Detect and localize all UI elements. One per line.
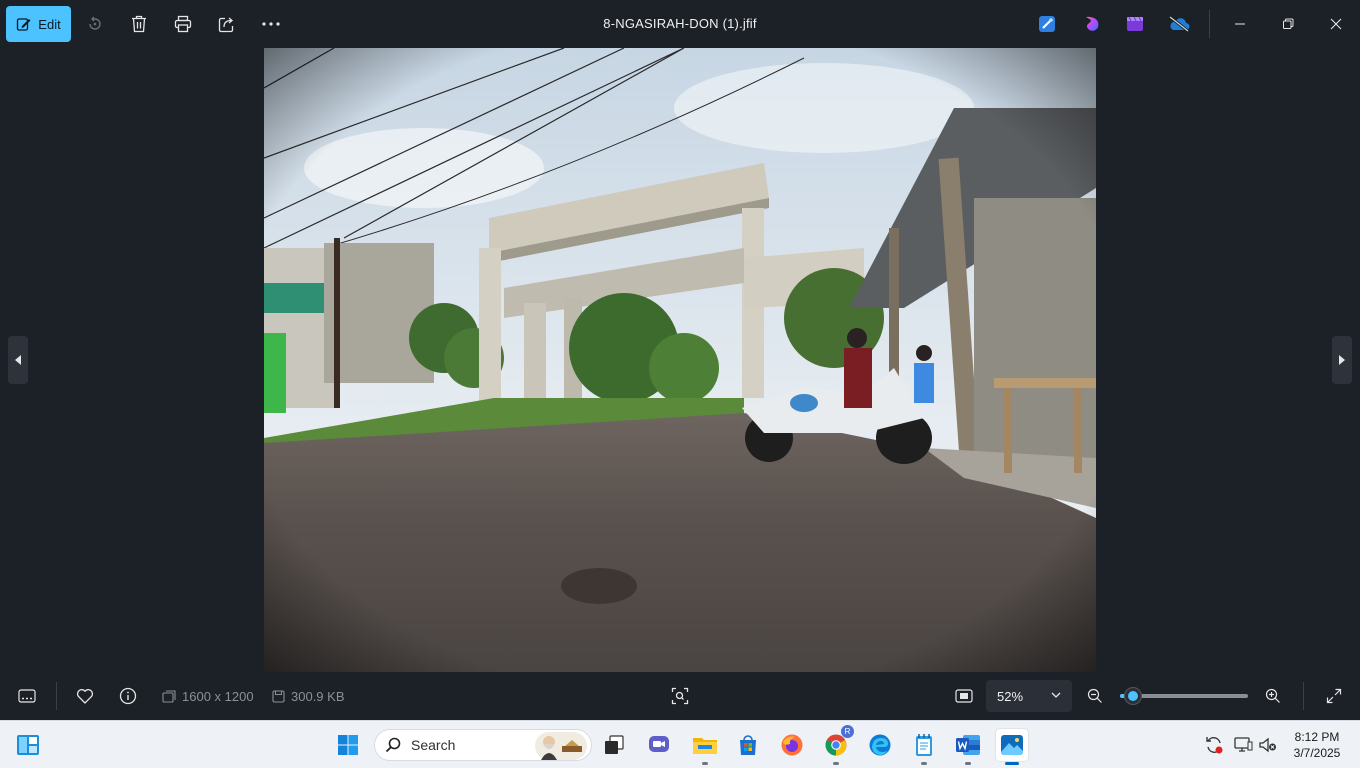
file-title: 8-NGASIRAH-DON (1).jfif [603,16,757,31]
rotate-icon[interactable] [83,12,107,36]
clock-date: 3/7/2025 [1293,746,1341,760]
resolution-icon [162,689,176,703]
chevron-right-icon [1339,355,1345,365]
chrome-icon[interactable]: R [820,725,854,765]
fit-to-window-icon[interactable] [952,684,976,708]
search-icon [385,737,401,753]
edit-label: Edit [38,16,61,32]
visual-search-icon[interactable] [668,684,692,708]
firefox-icon[interactable] [776,729,808,761]
photo-viewer-image[interactable] [264,48,1096,672]
minimize-icon[interactable] [1228,12,1252,36]
file-size-text: 300.9 KB [291,689,345,704]
clipchamp-bloom-icon[interactable] [1080,12,1104,36]
more-icon[interactable] [259,12,283,36]
file-size: 300.9 KB [272,689,345,704]
bottom-toolbar: 1600 x 1200 300.9 KB 52% [0,672,1360,720]
image-dimensions: 1600 x 1200 [162,689,254,704]
edit-icon [17,18,31,31]
top-toolbar: Edit 8-NGASIRAH-DON (1).jfif [0,0,1360,48]
start-windows-icon[interactable] [332,729,364,761]
taskbar-search-box[interactable]: Search [374,729,592,761]
photos-app-icon[interactable] [996,729,1028,765]
print-icon[interactable] [171,12,195,36]
chevron-down-icon [1051,692,1061,698]
profile-badge: R [841,725,854,738]
designer-icon[interactable] [1035,12,1059,36]
taskbar: Search R 8:12 PM 3/7/2025 [0,720,1360,768]
search-highlight-icon [535,732,587,760]
restore-icon[interactable] [1276,12,1300,36]
zoom-level-dropdown[interactable]: 52% [986,680,1072,712]
system-clock[interactable]: 8:12 PM 3/7/2025 [1286,729,1348,761]
edge-icon[interactable] [864,729,896,761]
image-dimensions-text: 1600 x 1200 [182,689,254,704]
previous-photo-button[interactable] [8,336,28,384]
microsoft-store-icon[interactable] [732,729,764,761]
zoom-in-icon[interactable] [1261,684,1285,708]
clipchamp-icon[interactable] [1123,12,1147,36]
bottom-divider [56,682,57,710]
save-disk-icon [272,690,285,703]
onedrive-icon[interactable] [1167,12,1191,36]
zoom-out-icon[interactable] [1083,684,1107,708]
edit-button[interactable]: Edit [6,6,71,42]
next-photo-button[interactable] [1332,336,1352,384]
running-indicator [833,762,839,765]
toolbar-divider [1209,10,1210,38]
zoom-slider[interactable] [1120,687,1248,705]
full-screen-icon[interactable] [1322,684,1346,708]
running-indicator [921,762,927,765]
volume-muted-icon[interactable] [1252,729,1284,761]
zoom-slider-thumb[interactable] [1123,687,1142,705]
zoom-level-value: 52% [997,688,1024,704]
clock-time: 8:12 PM [1294,730,1340,744]
info-icon[interactable] [116,684,140,708]
favorite-heart-icon[interactable] [73,684,97,708]
search-placeholder: Search [411,737,456,753]
sync-status-icon[interactable] [1198,729,1230,761]
task-view-icon[interactable] [598,729,630,761]
delete-icon[interactable] [127,12,151,36]
notepad-icon[interactable] [908,729,940,765]
word-icon[interactable] [952,729,984,765]
file-explorer-icon[interactable] [689,729,721,765]
teams-meet-icon[interactable] [643,729,675,761]
filmstrip-icon[interactable] [15,684,39,708]
photos-app-window: Edit 8-NGASIRAH-DON (1).jfif 1600 x 1200… [0,0,1360,720]
widgets-icon[interactable] [12,729,44,761]
share-icon[interactable] [215,12,239,36]
bottom-divider-right [1303,682,1304,710]
active-indicator [1005,762,1019,765]
running-indicator [965,762,971,765]
close-icon[interactable] [1324,12,1348,36]
chevron-left-icon [15,355,21,365]
running-indicator [702,762,708,765]
